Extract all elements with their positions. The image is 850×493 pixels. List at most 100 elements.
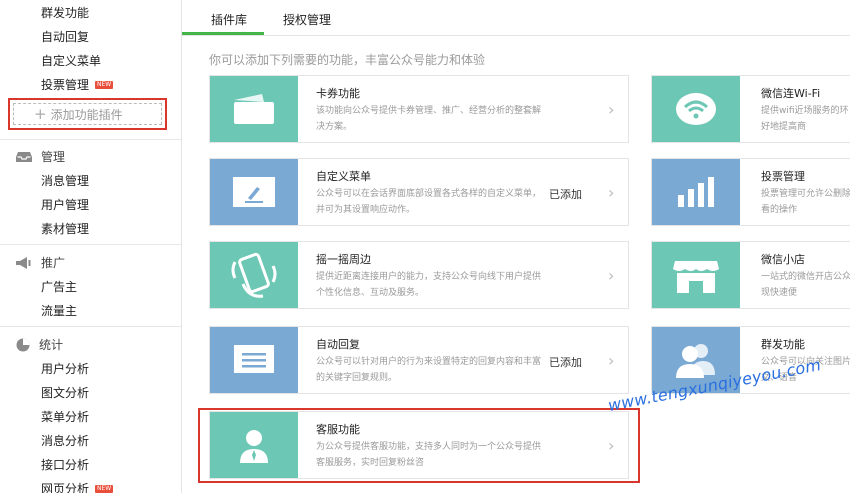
plugin-desc: 一站式的微信开店公众号实现快速便	[761, 272, 850, 298]
wifi-icon	[676, 93, 716, 125]
card-icon	[234, 94, 274, 124]
tab-plugin-library[interactable]: 插件库	[211, 11, 247, 28]
plugin-card-wifi[interactable]: 微信连Wi-Fi 提供wifi近场服务的环，更好地提高商	[651, 75, 850, 143]
tab-authorization-manage[interactable]: 授权管理	[283, 11, 331, 28]
section-stats: 统计	[16, 336, 63, 353]
plugin-thumb	[652, 76, 740, 142]
chevron-right-icon: ›	[608, 266, 615, 285]
sidebar-item-label: 消息分析	[41, 434, 90, 448]
plugin-desc: 为公众号提供客服功能，支持多人同时为一个公众号提供客服服务，实时回复粉丝咨	[316, 442, 542, 468]
plugin-title: 群发功能	[761, 338, 805, 351]
sidebar-item-label: 图文分析	[41, 386, 90, 400]
section-title: 统计	[39, 338, 64, 352]
sidebar-item-user-manage[interactable]: 用户管理	[41, 196, 89, 213]
page-hint: 你可以添加下列需要的功能，丰富公众号能力和体验	[209, 53, 486, 67]
plugin-title: 客服功能	[316, 423, 360, 436]
sidebar-item-advertiser[interactable]: 广告主	[41, 278, 77, 295]
section-title: 推广	[41, 256, 66, 270]
plugin-title: 摇一摇周边	[316, 253, 371, 266]
plugin-thumb	[210, 412, 298, 478]
plugin-desc: 投票管理可允许公删除和查看的操作	[761, 189, 850, 215]
divider	[0, 244, 181, 245]
sidebar-item-message-analysis[interactable]: 消息分析	[41, 432, 89, 449]
sidebar-item-label: 消息管理	[41, 174, 90, 188]
sidebar-item-label: 接口分析	[41, 458, 90, 472]
chevron-right-icon: ›	[608, 436, 615, 455]
sidebar-item-label: 用户分析	[41, 362, 90, 376]
plugin-card-wechat-shop[interactable]: 微信小店 一站式的微信开店公众号实现快速便	[651, 241, 850, 309]
sidebar-item-label: 群发功能	[41, 6, 90, 20]
plugin-title: 投票管理	[761, 170, 805, 183]
inbox-icon	[16, 151, 32, 162]
sidebar-item-material-manage[interactable]: 素材管理	[41, 220, 89, 237]
sidebar-item-label: 投票管理	[41, 78, 90, 92]
plugin-card-shake-nearby[interactable]: 摇一摇周边 提供近距离连接用户的能力，支持公众号向线下用户提供个性化信息、互动及…	[209, 241, 629, 309]
sidebar-item-vote[interactable]: 投票管理 NEW	[41, 76, 114, 93]
shake-phone-icon	[231, 252, 277, 298]
plugin-desc: 提供wifi近场服务的环，更好地提高商	[761, 106, 850, 132]
plugin-card-auto-reply[interactable]: 自动回复 公众号可以针对用户的行为来设置特定的回复内容和丰富的关键字回复规则。 …	[209, 326, 629, 394]
plugin-title: 卡券功能	[316, 87, 360, 100]
plugin-desc: 公众号可以针对用户的行为来设置特定的回复内容和丰富的关键字回复规则。	[316, 357, 542, 383]
users-icon	[676, 344, 715, 378]
add-plugin-highlight: + 添加功能插件	[8, 98, 167, 130]
pie-chart-icon	[16, 338, 30, 351]
sidebar-item-label: 广告主	[41, 280, 78, 294]
sidebar-item-mass-send[interactable]: 群发功能	[41, 4, 89, 21]
section-title: 管理	[41, 150, 66, 164]
sidebar-item-label: 自动回复	[41, 30, 90, 44]
plugin-desc: 该功能向公众号提供卡券管理、推广、经营分析的整套解决方案。	[316, 106, 542, 132]
shop-icon	[673, 261, 719, 293]
sidebar-item-label: 菜单分析	[41, 410, 90, 424]
plugin-thumb	[210, 327, 298, 393]
tab-bar: 插件库 授权管理	[182, 0, 850, 36]
plugin-title: 微信连Wi-Fi	[761, 87, 821, 100]
new-badge: NEW	[95, 484, 114, 493]
section-manage: 管理	[16, 148, 65, 165]
added-status: 已添加	[549, 356, 582, 369]
plugin-desc: 提供近距离连接用户的能力，支持公众号向线下用户提供个性化信息、互动及服务。	[316, 272, 542, 298]
plugin-thumb	[210, 159, 298, 225]
edit-menu-icon	[233, 177, 275, 207]
plugin-desc: 公众号可以在会话界面底部设置各式各样的自定义菜单，并可为其设置响应动作。	[316, 189, 542, 215]
chevron-right-icon: ›	[608, 183, 615, 202]
sidebar-item-label: 网页分析	[41, 482, 90, 493]
plugin-card-vote[interactable]: 投票管理 投票管理可允许公删除和查看的操作	[651, 158, 850, 226]
active-tab-indicator	[182, 32, 264, 35]
sidebar-item-auto-reply[interactable]: 自动回复	[41, 28, 89, 45]
sidebar-item-custom-menu[interactable]: 自定义菜单	[41, 52, 101, 69]
customer-service-icon	[240, 430, 268, 463]
plugin-title: 自动回复	[316, 338, 360, 351]
divider	[0, 139, 181, 140]
plugin-card-custom-menu[interactable]: 自定义菜单 公众号可以在会话界面底部设置各式各样的自定义菜单，并可为其设置响应动…	[209, 158, 629, 226]
chevron-right-icon: ›	[608, 351, 615, 370]
sidebar-item-message-manage[interactable]: 消息管理	[41, 172, 89, 189]
sidebar-item-traffic-owner[interactable]: 流量主	[41, 302, 77, 319]
plugin-thumb	[652, 159, 740, 225]
plugin-card-coupon[interactable]: 卡券功能 该功能向公众号提供卡券管理、推广、经营分析的整套解决方案。 ›	[209, 75, 629, 143]
sidebar-item-api-analysis[interactable]: 接口分析	[41, 456, 89, 473]
plugin-title: 微信小店	[761, 253, 805, 266]
sidebar-item-label: 自定义菜单	[41, 54, 102, 68]
add-plugin-label: 添加功能插件	[50, 107, 123, 122]
chevron-right-icon: ›	[608, 100, 615, 119]
sidebar-item-article-analysis[interactable]: 图文分析	[41, 384, 89, 401]
added-status: 已添加	[549, 188, 582, 201]
plugin-thumb	[210, 242, 298, 308]
megaphone-icon	[16, 256, 31, 269]
sidebar-item-label: 流量主	[41, 304, 78, 318]
add-plugin-button[interactable]: + 添加功能插件	[13, 103, 162, 125]
section-promote: 推广	[16, 254, 65, 271]
sidebar-item-label: 素材管理	[41, 222, 90, 236]
sidebar-item-user-analysis[interactable]: 用户分析	[41, 360, 89, 377]
sidebar-item-menu-analysis[interactable]: 菜单分析	[41, 408, 89, 425]
bar-chart-icon	[678, 177, 714, 207]
plugin-title: 自定义菜单	[316, 170, 371, 183]
plugin-thumb	[652, 242, 740, 308]
plus-icon: +	[34, 104, 47, 123]
sidebar-item-label: 用户管理	[41, 198, 90, 212]
message-icon	[234, 345, 274, 373]
divider	[0, 326, 181, 327]
plugin-card-customer-service[interactable]: 客服功能 为公众号提供客服功能，支持多人同时为一个公众号提供客服服务，实时回复粉…	[209, 411, 629, 479]
sidebar-item-web-analysis[interactable]: 网页分析 NEW	[41, 480, 114, 493]
